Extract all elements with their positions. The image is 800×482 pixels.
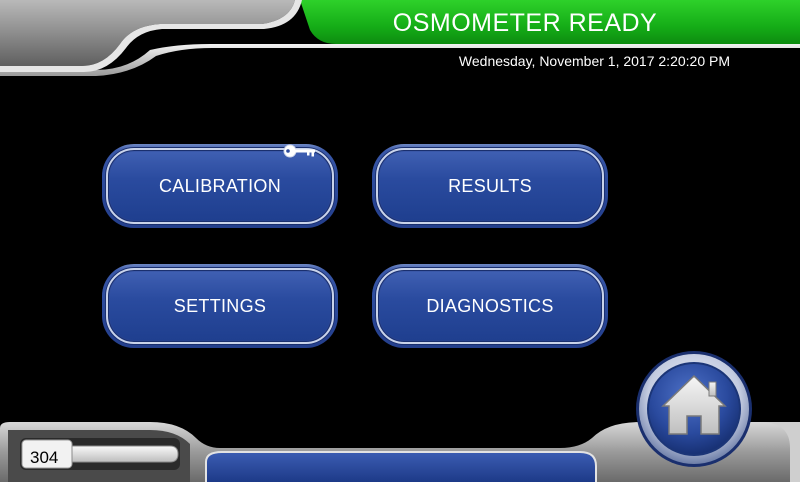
results-label: RESULTS [448, 175, 532, 196]
key-icon [283, 144, 315, 158]
diagnostics-button[interactable]: DIAGNOSTICS [372, 264, 608, 348]
diagnostics-label: DIAGNOSTICS [426, 295, 554, 316]
status-title: OSMOMETER READY [392, 9, 658, 37]
calibration-button[interactable]: CALIBRATION [102, 144, 338, 228]
osmometer-screen: OSMOMETER READY Wednesday, November 1, 2… [0, 0, 800, 482]
datetime-display: Wednesday, November 1, 2017 2:20:20 PM [458, 53, 730, 69]
home-button[interactable] [635, 350, 753, 468]
results-button[interactable]: RESULTS [372, 144, 608, 228]
settings-label: SETTINGS [173, 295, 267, 316]
settings-button[interactable]: SETTINGS [102, 264, 338, 348]
counter-value: 304 [30, 448, 59, 467]
